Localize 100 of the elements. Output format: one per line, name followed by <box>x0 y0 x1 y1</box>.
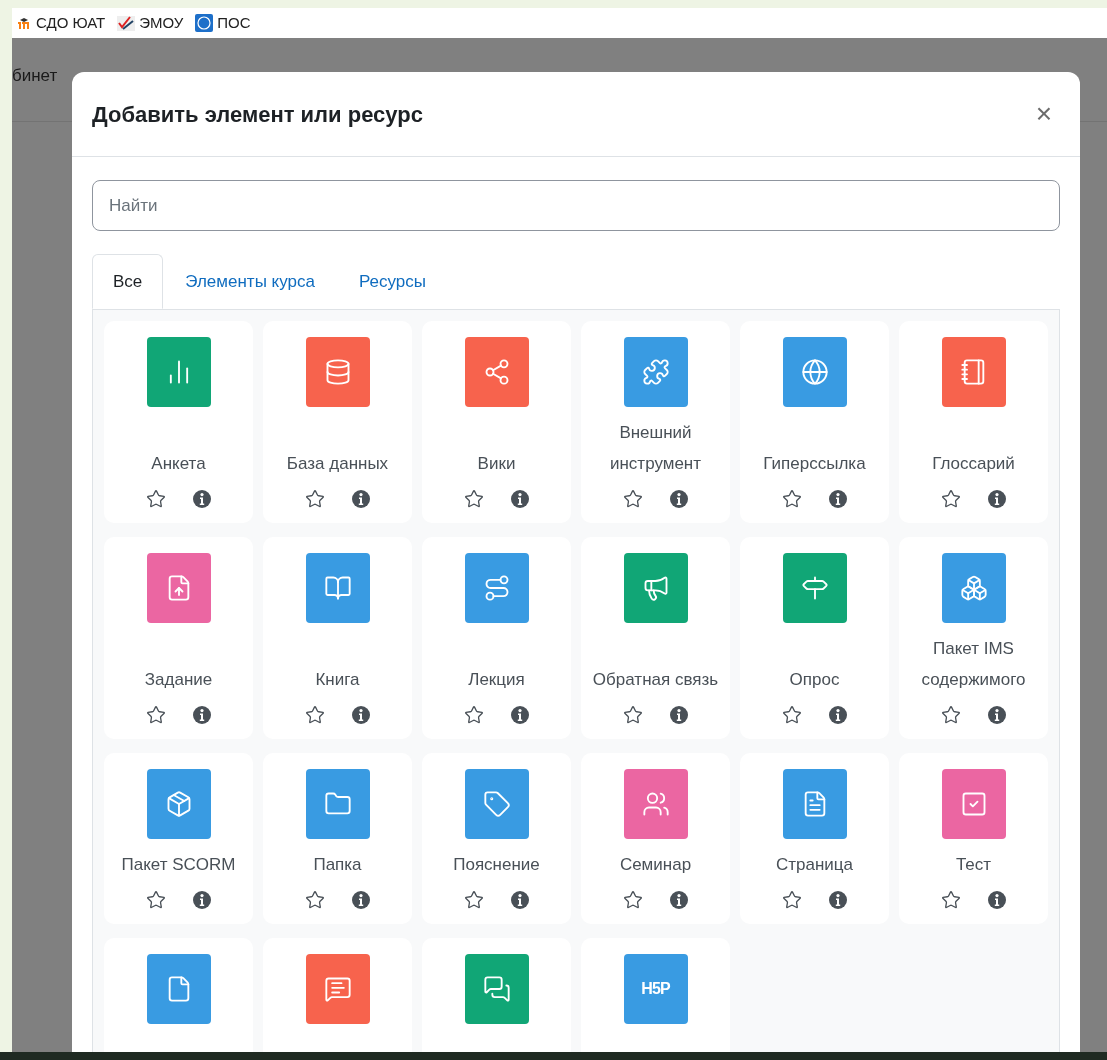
info-button[interactable] <box>827 489 848 509</box>
info-button[interactable] <box>827 890 848 910</box>
tab[interactable]: Все <box>92 254 164 309</box>
info-icon <box>509 890 530 910</box>
info-icon <box>827 489 848 509</box>
activity-label: Папка <box>313 854 362 876</box>
message-icon <box>323 975 352 1003</box>
star-button[interactable] <box>781 705 802 725</box>
star-icon <box>304 705 325 725</box>
activity-label: Опрос <box>789 669 840 691</box>
activity-label: База данных <box>286 453 389 475</box>
info-icon <box>668 890 689 910</box>
activity-card[interactable]: Пакет IMS содержимого <box>899 537 1048 739</box>
info-button[interactable] <box>668 890 689 910</box>
star-button[interactable] <box>145 705 166 725</box>
info-button[interactable] <box>350 890 371 910</box>
star-button[interactable] <box>940 890 961 910</box>
activity-card[interactable]: Задание <box>104 537 253 739</box>
info-icon <box>191 489 212 509</box>
activity-card[interactable]: Страница <box>740 753 889 924</box>
activity-label: Обратная связь <box>592 669 719 691</box>
activity-card[interactable]: Папка <box>263 753 412 924</box>
star-icon <box>145 489 166 509</box>
info-button[interactable] <box>350 705 371 725</box>
info-button[interactable] <box>668 705 689 725</box>
info-icon <box>191 705 212 725</box>
activity-card[interactable]: Вики <box>422 321 571 523</box>
star-button[interactable] <box>622 890 643 910</box>
activity-card[interactable] <box>263 938 412 1052</box>
activity-label: Книга <box>315 669 360 691</box>
activity-card[interactable]: Внешний инструмент <box>581 321 730 523</box>
info-button[interactable] <box>986 890 1007 910</box>
star-icon <box>304 489 325 509</box>
activity-label: Лекция <box>468 669 525 691</box>
info-icon <box>827 890 848 910</box>
tab[interactable]: Ресурсы <box>336 254 448 309</box>
info-button[interactable] <box>191 705 212 725</box>
star-button[interactable] <box>781 489 802 509</box>
activity-card[interactable]: Глоссарий <box>899 321 1048 523</box>
star-button[interactable] <box>145 489 166 509</box>
info-icon <box>509 489 530 509</box>
star-button[interactable] <box>463 705 484 725</box>
info-button[interactable] <box>509 489 530 509</box>
star-icon <box>622 705 643 725</box>
star-button[interactable] <box>622 705 643 725</box>
info-button[interactable] <box>986 705 1007 725</box>
activity-card[interactable]: База данных <box>263 321 412 523</box>
info-icon <box>827 705 848 725</box>
activity-card[interactable]: Пакет SCORM <box>104 753 253 924</box>
star-button[interactable] <box>622 489 643 509</box>
info-button[interactable] <box>509 705 530 725</box>
tab[interactable]: Элементы курса <box>163 254 337 309</box>
bookmark-link[interactable]: СДО ЮАТ <box>36 11 106 35</box>
star-button[interactable] <box>304 705 325 725</box>
activity-card[interactable]: Лекция <box>422 537 571 739</box>
activity-card[interactable]: Анкета <box>104 321 253 523</box>
star-button[interactable] <box>463 890 484 910</box>
info-icon <box>986 890 1007 910</box>
activity-label: Пояснение <box>453 854 540 876</box>
activity-card[interactable]: Книга <box>263 537 412 739</box>
activity-label: Пакет IMS содержимого <box>920 638 1027 691</box>
info-button[interactable] <box>668 489 689 509</box>
star-icon <box>940 489 961 509</box>
activity-card[interactable]: Опрос <box>740 537 889 739</box>
star-button[interactable] <box>940 705 961 725</box>
chat-icon <box>482 975 511 1003</box>
info-button[interactable] <box>827 705 848 725</box>
activity-label: Глоссарий <box>932 453 1015 475</box>
info-button[interactable] <box>509 890 530 910</box>
star-icon <box>622 890 643 910</box>
star-icon <box>940 890 961 910</box>
star-button[interactable] <box>145 890 166 910</box>
star-icon <box>304 890 325 910</box>
search-field[interactable]: Найти <box>92 180 1060 231</box>
star-button[interactable] <box>304 489 325 509</box>
star-icon <box>463 890 484 910</box>
bookmark-link[interactable]: ЭМОУ <box>139 11 184 35</box>
activity-card[interactable]: Гиперссылка <box>740 321 889 523</box>
hat-icon <box>16 16 32 30</box>
activity-card[interactable]: Тест <box>899 753 1048 924</box>
star-button[interactable] <box>940 489 961 509</box>
star-button[interactable] <box>781 890 802 910</box>
boxes-icon <box>959 574 988 602</box>
activity-card[interactable] <box>422 938 571 1052</box>
star-button[interactable] <box>304 890 325 910</box>
info-button[interactable] <box>986 489 1007 509</box>
activity-card[interactable]: Пояснение <box>422 753 571 924</box>
activity-card[interactable]: Обратная связь <box>581 537 730 739</box>
activity-card[interactable] <box>104 938 253 1052</box>
info-button[interactable] <box>191 890 212 910</box>
activity-label: Внешний инструмент <box>608 422 703 475</box>
star-button[interactable] <box>463 489 484 509</box>
close-button[interactable]: × <box>1027 100 1060 128</box>
star-icon <box>463 489 484 509</box>
star-icon <box>781 489 802 509</box>
modal-title: Добавить элемент или ресурс <box>92 100 423 129</box>
info-button[interactable] <box>350 489 371 509</box>
bookmark-link[interactable]: ПОС <box>217 11 251 35</box>
activity-card[interactable]: Семинар <box>581 753 730 924</box>
info-button[interactable] <box>191 489 212 509</box>
